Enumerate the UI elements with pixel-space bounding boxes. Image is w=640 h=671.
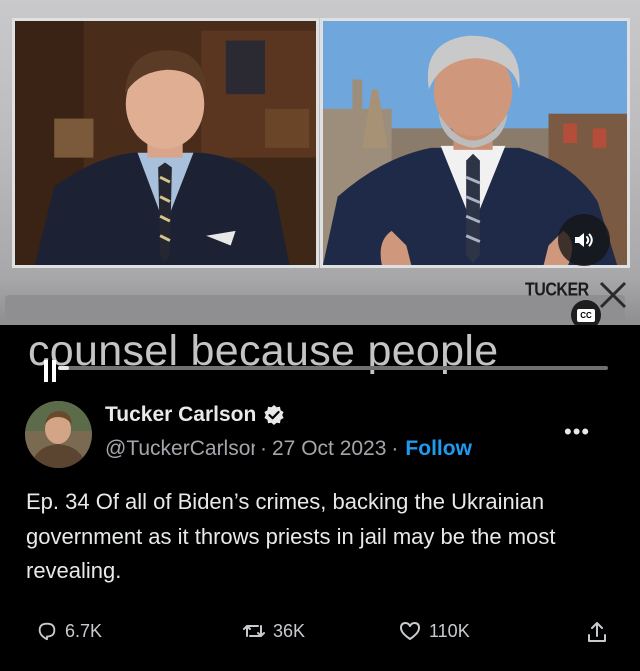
like-count: 110K <box>429 620 470 641</box>
tweet-text: Ep. 34 Of all of Biden’s crimes, backing… <box>26 489 556 583</box>
pause-icon[interactable] <box>44 360 58 382</box>
repost-count: 36K <box>273 620 306 641</box>
author-name[interactable]: Tucker Carlson <box>105 403 256 427</box>
share-icon <box>588 622 606 642</box>
video-player[interactable]: TUCKER CC <box>0 0 640 325</box>
follow-button[interactable]: Follow <box>405 437 472 461</box>
avatar-image <box>25 401 92 468</box>
repost-button[interactable]: 36K <box>242 620 305 642</box>
reply-icon <box>38 622 56 641</box>
sound-button[interactable] <box>558 214 610 266</box>
meta-row: @TuckerCarlson · 27 Oct 2023 · Follow <box>105 437 472 461</box>
x-logo-icon <box>599 281 627 309</box>
reply-button[interactable]: 6.7K <box>36 620 102 642</box>
video-progress-bar[interactable] <box>58 366 608 370</box>
author-row: Tucker Carlson <box>105 403 285 427</box>
channel-watermark: TUCKER <box>525 280 589 301</box>
tweet-date[interactable]: 27 Oct 2023 <box>272 437 386 461</box>
separator: · <box>260 437 267 460</box>
more-options-icon[interactable]: ••• <box>564 421 590 443</box>
author-handle[interactable]: @TuckerCarlson <box>105 437 255 461</box>
cc-icon: CC <box>577 308 595 322</box>
like-button[interactable]: 110K <box>398 620 470 642</box>
share-button[interactable] <box>586 620 608 644</box>
video-progress-fill <box>58 366 69 370</box>
avatar[interactable] <box>25 401 92 468</box>
video-panel-host <box>12 18 319 268</box>
host-image <box>15 21 316 265</box>
reply-count: 6.7K <box>65 620 103 641</box>
heart-icon <box>400 622 420 640</box>
speaker-icon <box>575 233 593 247</box>
separator: · <box>391 437 399 460</box>
verified-badge-icon <box>264 405 284 425</box>
action-bar: 6.7K 36K 110K <box>0 620 640 656</box>
repost-icon <box>243 625 265 637</box>
captions-button[interactable]: CC <box>571 300 601 325</box>
